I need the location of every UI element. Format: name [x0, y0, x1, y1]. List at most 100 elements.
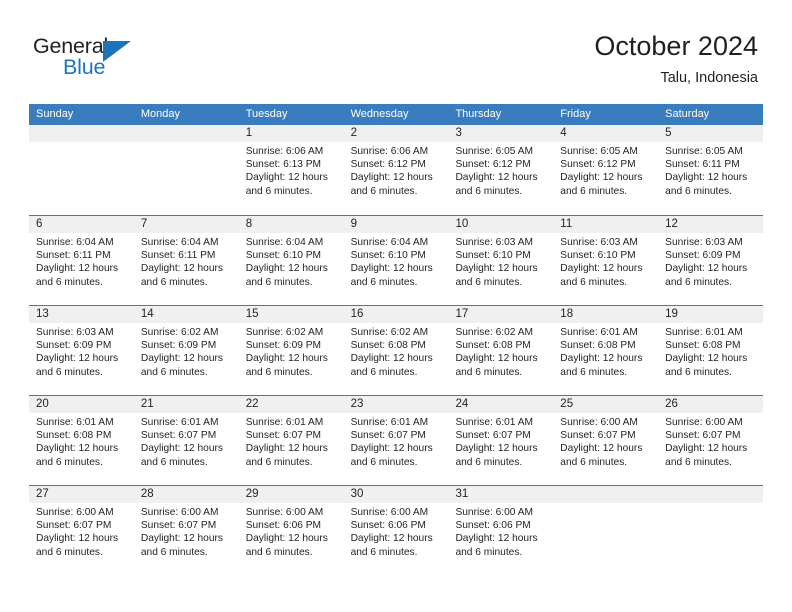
calendar-day-cell[interactable]: 6 Sunrise: 6:04 AM Sunset: 6:11 PM Daylight…	[29, 216, 134, 305]
day-number: 23	[350, 398, 364, 410]
calendar-day-cell[interactable]: 16 Sunrise: 6:02 AM Sunset: 6:08 PM Dayligh…	[343, 306, 449, 395]
daylight-text-line1: Daylight: 12 hours	[350, 172, 433, 184]
daylight-text-line2: and 6 minutes.	[350, 456, 418, 468]
day-number-band: 16	[343, 306, 449, 323]
calendar-day-cell[interactable]: 19 Sunrise: 6:01 AM Sunset: 6:08 PM Dayligh…	[658, 306, 764, 395]
sunrise-text: Sunrise: 6:02 AM	[455, 327, 534, 338]
sunset-text: Sunset: 6:07 PM	[455, 430, 531, 442]
daylight-text-line1: Daylight: 12 hours	[140, 263, 223, 275]
day-number-band: 28	[133, 486, 239, 503]
day-sun-info: Sunrise: 6:02 AM Sunset: 6:08 PM Daylight:…	[448, 323, 553, 379]
daylight-text-line2: and 6 minutes.	[455, 546, 523, 558]
day-number: 6	[36, 218, 43, 230]
day-number-band: 31	[448, 486, 554, 503]
calendar-day-cell[interactable]: 9 Sunrise: 6:04 AM Sunset: 6:10 PM Daylight…	[343, 216, 449, 305]
day-number-band: 8	[238, 216, 344, 233]
daylight-text-line1: Daylight: 12 hours	[140, 353, 223, 365]
daylight-text-line1: Daylight: 12 hours	[665, 263, 748, 275]
calendar-day-cell[interactable]: 24 Sunrise: 6:01 AM Sunset: 6:07 PM Dayligh…	[448, 396, 554, 485]
daylight-text-line1: Daylight: 12 hours	[455, 443, 538, 455]
calendar-day-cell[interactable]: 11 Sunrise: 6:03 AM Sunset: 6:10 PM Dayligh…	[553, 216, 659, 305]
generalblue-logo[interactable]: General Blue	[33, 35, 163, 83]
calendar-day-cell[interactable]: 31 Sunrise: 6:00 AM Sunset: 6:06 PM Dayligh…	[448, 486, 554, 575]
sunset-text: Sunset: 6:11 PM	[665, 159, 740, 171]
calendar-day-cell[interactable]: 4 Sunrise: 6:05 AM Sunset: 6:12 PM Daylight…	[553, 125, 659, 215]
weekday-header-sunday: Sunday	[36, 108, 74, 120]
calendar-day-cell[interactable]: 12 Sunrise: 6:03 AM Sunset: 6:09 PM Dayligh…	[658, 216, 764, 305]
day-sun-info: Sunrise: 6:00 AM Sunset: 6:06 PM Daylight:…	[344, 503, 449, 559]
calendar-day-cell[interactable]: 30 Sunrise: 6:00 AM Sunset: 6:06 PM Dayligh…	[343, 486, 449, 575]
calendar-day-cell[interactable]: 5 Sunrise: 6:05 AM Sunset: 6:11 PM Daylight…	[658, 125, 764, 215]
daylight-text-line2: and 6 minutes.	[140, 456, 208, 468]
sunset-text: Sunset: 6:12 PM	[560, 159, 636, 171]
calendar-day-cell[interactable]: 7 Sunrise: 6:04 AM Sunset: 6:11 PM Daylight…	[133, 216, 239, 305]
day-number-band: 3	[448, 125, 554, 142]
day-number: 13	[36, 308, 49, 320]
sunset-text: Sunset: 6:06 PM	[350, 520, 426, 532]
sunrise-text: Sunrise: 6:01 AM	[36, 417, 114, 428]
calendar-day-cell[interactable]: 21 Sunrise: 6:01 AM Sunset: 6:07 PM Dayligh…	[133, 396, 239, 485]
day-number: 9	[350, 218, 357, 230]
sunrise-text: Sunrise: 6:06 AM	[350, 146, 429, 157]
day-number: 8	[245, 218, 253, 230]
calendar-day-cell[interactable]: 28 Sunrise: 6:00 AM Sunset: 6:07 PM Dayligh…	[133, 486, 239, 575]
sunrise-text: Sunrise: 6:02 AM	[350, 327, 429, 338]
calendar-day-cell[interactable]: 20 Sunrise: 6:01 AM Sunset: 6:08 PM Dayligh…	[29, 396, 134, 485]
calendar-day-cell[interactable]: 13 Sunrise: 6:03 AM Sunset: 6:09 PM Dayligh…	[29, 306, 134, 395]
sunrise-text: Sunrise: 6:00 AM	[245, 507, 324, 518]
daylight-text-line2: and 6 minutes.	[350, 546, 418, 558]
calendar-day-cell[interactable]: 18 Sunrise: 6:01 AM Sunset: 6:08 PM Dayligh…	[553, 306, 659, 395]
sunset-text: Sunset: 6:07 PM	[245, 430, 322, 442]
sunrise-text: Sunrise: 6:02 AM	[140, 327, 219, 338]
calendar-day-cell[interactable]: 3 Sunrise: 6:05 AM Sunset: 6:12 PM Daylight…	[448, 125, 554, 215]
daylight-text-line2: and 6 minutes.	[665, 276, 732, 288]
calendar-day-cell[interactable]: 1 Sunrise: 6:06 AM Sunset: 6:13 PM Daylight…	[238, 125, 344, 215]
sunrise-text: Sunrise: 6:05 AM	[455, 146, 534, 157]
day-sun-info: Sunrise: 6:04 AM Sunset: 6:11 PM Daylight:…	[29, 233, 134, 289]
calendar-day-cell[interactable]: 25 Sunrise: 6:00 AM Sunset: 6:07 PM Dayligh…	[553, 396, 659, 485]
daylight-text-line2: and 6 minutes.	[665, 456, 732, 468]
day-number-band: 10	[448, 216, 554, 233]
daylight-text-line1: Daylight: 12 hours	[560, 353, 643, 365]
day-sun-info: Sunrise: 6:02 AM Sunset: 6:08 PM Daylight:…	[344, 323, 449, 379]
sunset-text: Sunset: 6:07 PM	[665, 430, 741, 442]
daylight-text-line1: Daylight: 12 hours	[245, 533, 328, 545]
calendar-day-cell[interactable]: 8 Sunrise: 6:04 AM Sunset: 6:10 PM Daylight…	[238, 216, 344, 305]
day-number-band	[658, 486, 764, 503]
sunrise-text: Sunrise: 6:00 AM	[455, 507, 534, 518]
daylight-text-line2: and 6 minutes.	[665, 366, 732, 378]
calendar-day-cell[interactable]: 27 Sunrise: 6:00 AM Sunset: 6:07 PM Dayligh…	[29, 486, 134, 575]
day-number-band: 12	[658, 216, 764, 233]
day-number-band: 20	[29, 396, 134, 413]
calendar-day-cell[interactable]: 17 Sunrise: 6:02 AM Sunset: 6:08 PM Dayligh…	[448, 306, 554, 395]
day-number-band: 24	[448, 396, 554, 413]
sunrise-text: Sunrise: 6:01 AM	[665, 327, 743, 338]
daylight-text-line2: and 6 minutes.	[245, 185, 313, 197]
day-sun-info: Sunrise: 6:06 AM Sunset: 6:12 PM Daylight:…	[344, 142, 449, 198]
daylight-text-line1: Daylight: 12 hours	[245, 443, 328, 455]
daylight-text-line1: Daylight: 12 hours	[140, 443, 223, 455]
calendar-day-cell[interactable]: 26 Sunrise: 6:00 AM Sunset: 6:07 PM Dayligh…	[658, 396, 764, 485]
page-title: October 2024	[594, 31, 758, 61]
daylight-text-line1: Daylight: 12 hours	[665, 353, 748, 365]
calendar-day-cell[interactable]: 14 Sunrise: 6:02 AM Sunset: 6:09 PM Dayligh…	[133, 306, 239, 395]
day-number: 14	[140, 308, 154, 320]
day-number-band: 6	[29, 216, 134, 233]
daylight-text-line2: and 6 minutes.	[36, 366, 103, 378]
daylight-text-line1: Daylight: 12 hours	[665, 443, 748, 455]
day-number-band: 26	[658, 396, 764, 413]
day-number-band	[553, 486, 659, 503]
calendar-day-cell[interactable]: 15 Sunrise: 6:02 AM Sunset: 6:09 PM Dayligh…	[238, 306, 344, 395]
calendar-day-cell[interactable]: 22 Sunrise: 6:01 AM Sunset: 6:07 PM Dayligh…	[238, 396, 344, 485]
calendar-day-cell[interactable]: 23 Sunrise: 6:01 AM Sunset: 6:07 PM Dayligh…	[343, 396, 449, 485]
sunrise-text: Sunrise: 6:03 AM	[560, 237, 638, 248]
calendar-day-cell[interactable]: 2 Sunrise: 6:06 AM Sunset: 6:12 PM Daylight…	[343, 125, 449, 215]
daylight-text-line1: Daylight: 12 hours	[455, 353, 538, 365]
calendar-day-cell[interactable]: 10 Sunrise: 6:03 AM Sunset: 6:10 PM Dayligh…	[448, 216, 554, 305]
weekday-header-monday: Monday	[140, 108, 180, 120]
day-sun-info: Sunrise: 6:01 AM Sunset: 6:07 PM Daylight:…	[134, 413, 239, 469]
daylight-text-line1: Daylight: 12 hours	[245, 172, 328, 184]
logo-triangle-icon	[103, 41, 131, 62]
day-sun-info: Sunrise: 6:01 AM Sunset: 6:08 PM Daylight:…	[29, 413, 134, 469]
calendar-day-cell[interactable]: 29 Sunrise: 6:00 AM Sunset: 6:06 PM Dayligh…	[238, 486, 344, 575]
